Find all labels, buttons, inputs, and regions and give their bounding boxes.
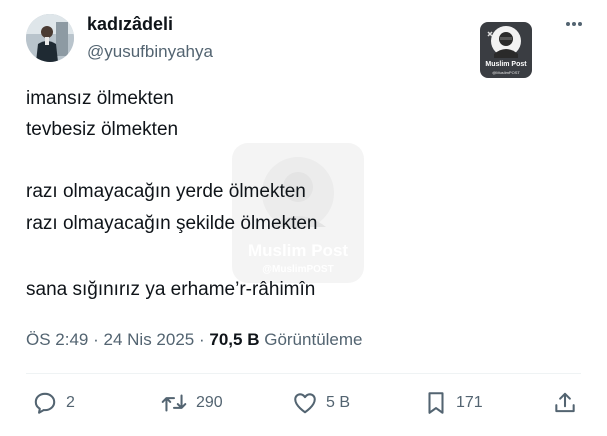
bookmark-icon <box>428 392 444 414</box>
tweet-text-line: razı olmayacağın yerde ölmekten <box>26 181 306 202</box>
logo-portrait-icon <box>487 26 521 58</box>
retweet-button[interactable]: 290 <box>160 388 223 418</box>
tweet-text-line: sana sığınırız ya erhame’r-râhimîn <box>26 279 316 300</box>
more-horizontal-icon <box>566 22 582 26</box>
logo-handle: @MuslimPOST <box>492 70 520 75</box>
meta-separator: · <box>198 330 205 349</box>
watermark-label: Muslim Post <box>247 241 349 260</box>
share-icon <box>555 392 575 413</box>
reply-count: 2 <box>66 394 75 411</box>
tweet-text-line: imansız ölmekten <box>26 88 174 109</box>
bookmark-button[interactable]: 171 <box>424 388 483 418</box>
display-name[interactable]: kadızâdeli <box>87 14 173 35</box>
reply-icon <box>34 392 56 414</box>
views-count[interactable]: 70,5 B <box>209 330 259 349</box>
tweet-text-line: tevbesiz ölmekten <box>26 119 179 140</box>
retweet-count: 290 <box>196 394 223 411</box>
reply-button[interactable]: 2 <box>32 388 75 418</box>
muslim-post-logo: Muslim Post @MuslimPOST <box>480 22 532 78</box>
tweet-date[interactable]: 24 Nis 2025 <box>104 330 195 349</box>
tweet-time[interactable]: ÖS 2:49 <box>26 330 88 349</box>
heart-icon <box>294 393 316 414</box>
tweet-text-line: razı olmayacağın şekilde ölmekten <box>26 213 318 234</box>
bookmark-count: 171 <box>456 394 483 411</box>
logo-label: Muslim Post <box>485 61 527 68</box>
person-avatar-icon <box>26 14 74 62</box>
avatar[interactable] <box>26 14 74 62</box>
more-options-button[interactable] <box>560 10 588 38</box>
tweet-meta: ÖS 2:49 · 24 Nis 2025 · 70,5 B Görüntüle… <box>26 330 363 350</box>
share-button[interactable] <box>552 388 578 418</box>
views-label[interactable]: Görüntüleme <box>264 330 362 349</box>
like-button[interactable]: 5 B <box>292 388 350 418</box>
user-handle[interactable]: @yusufbinyahya <box>87 42 213 62</box>
meta-separator: · <box>93 330 99 349</box>
retweet-icon <box>161 394 187 412</box>
divider <box>26 373 581 374</box>
like-count: 5 B <box>326 394 351 411</box>
watermark-handle: @MuslimPOST <box>262 264 334 275</box>
